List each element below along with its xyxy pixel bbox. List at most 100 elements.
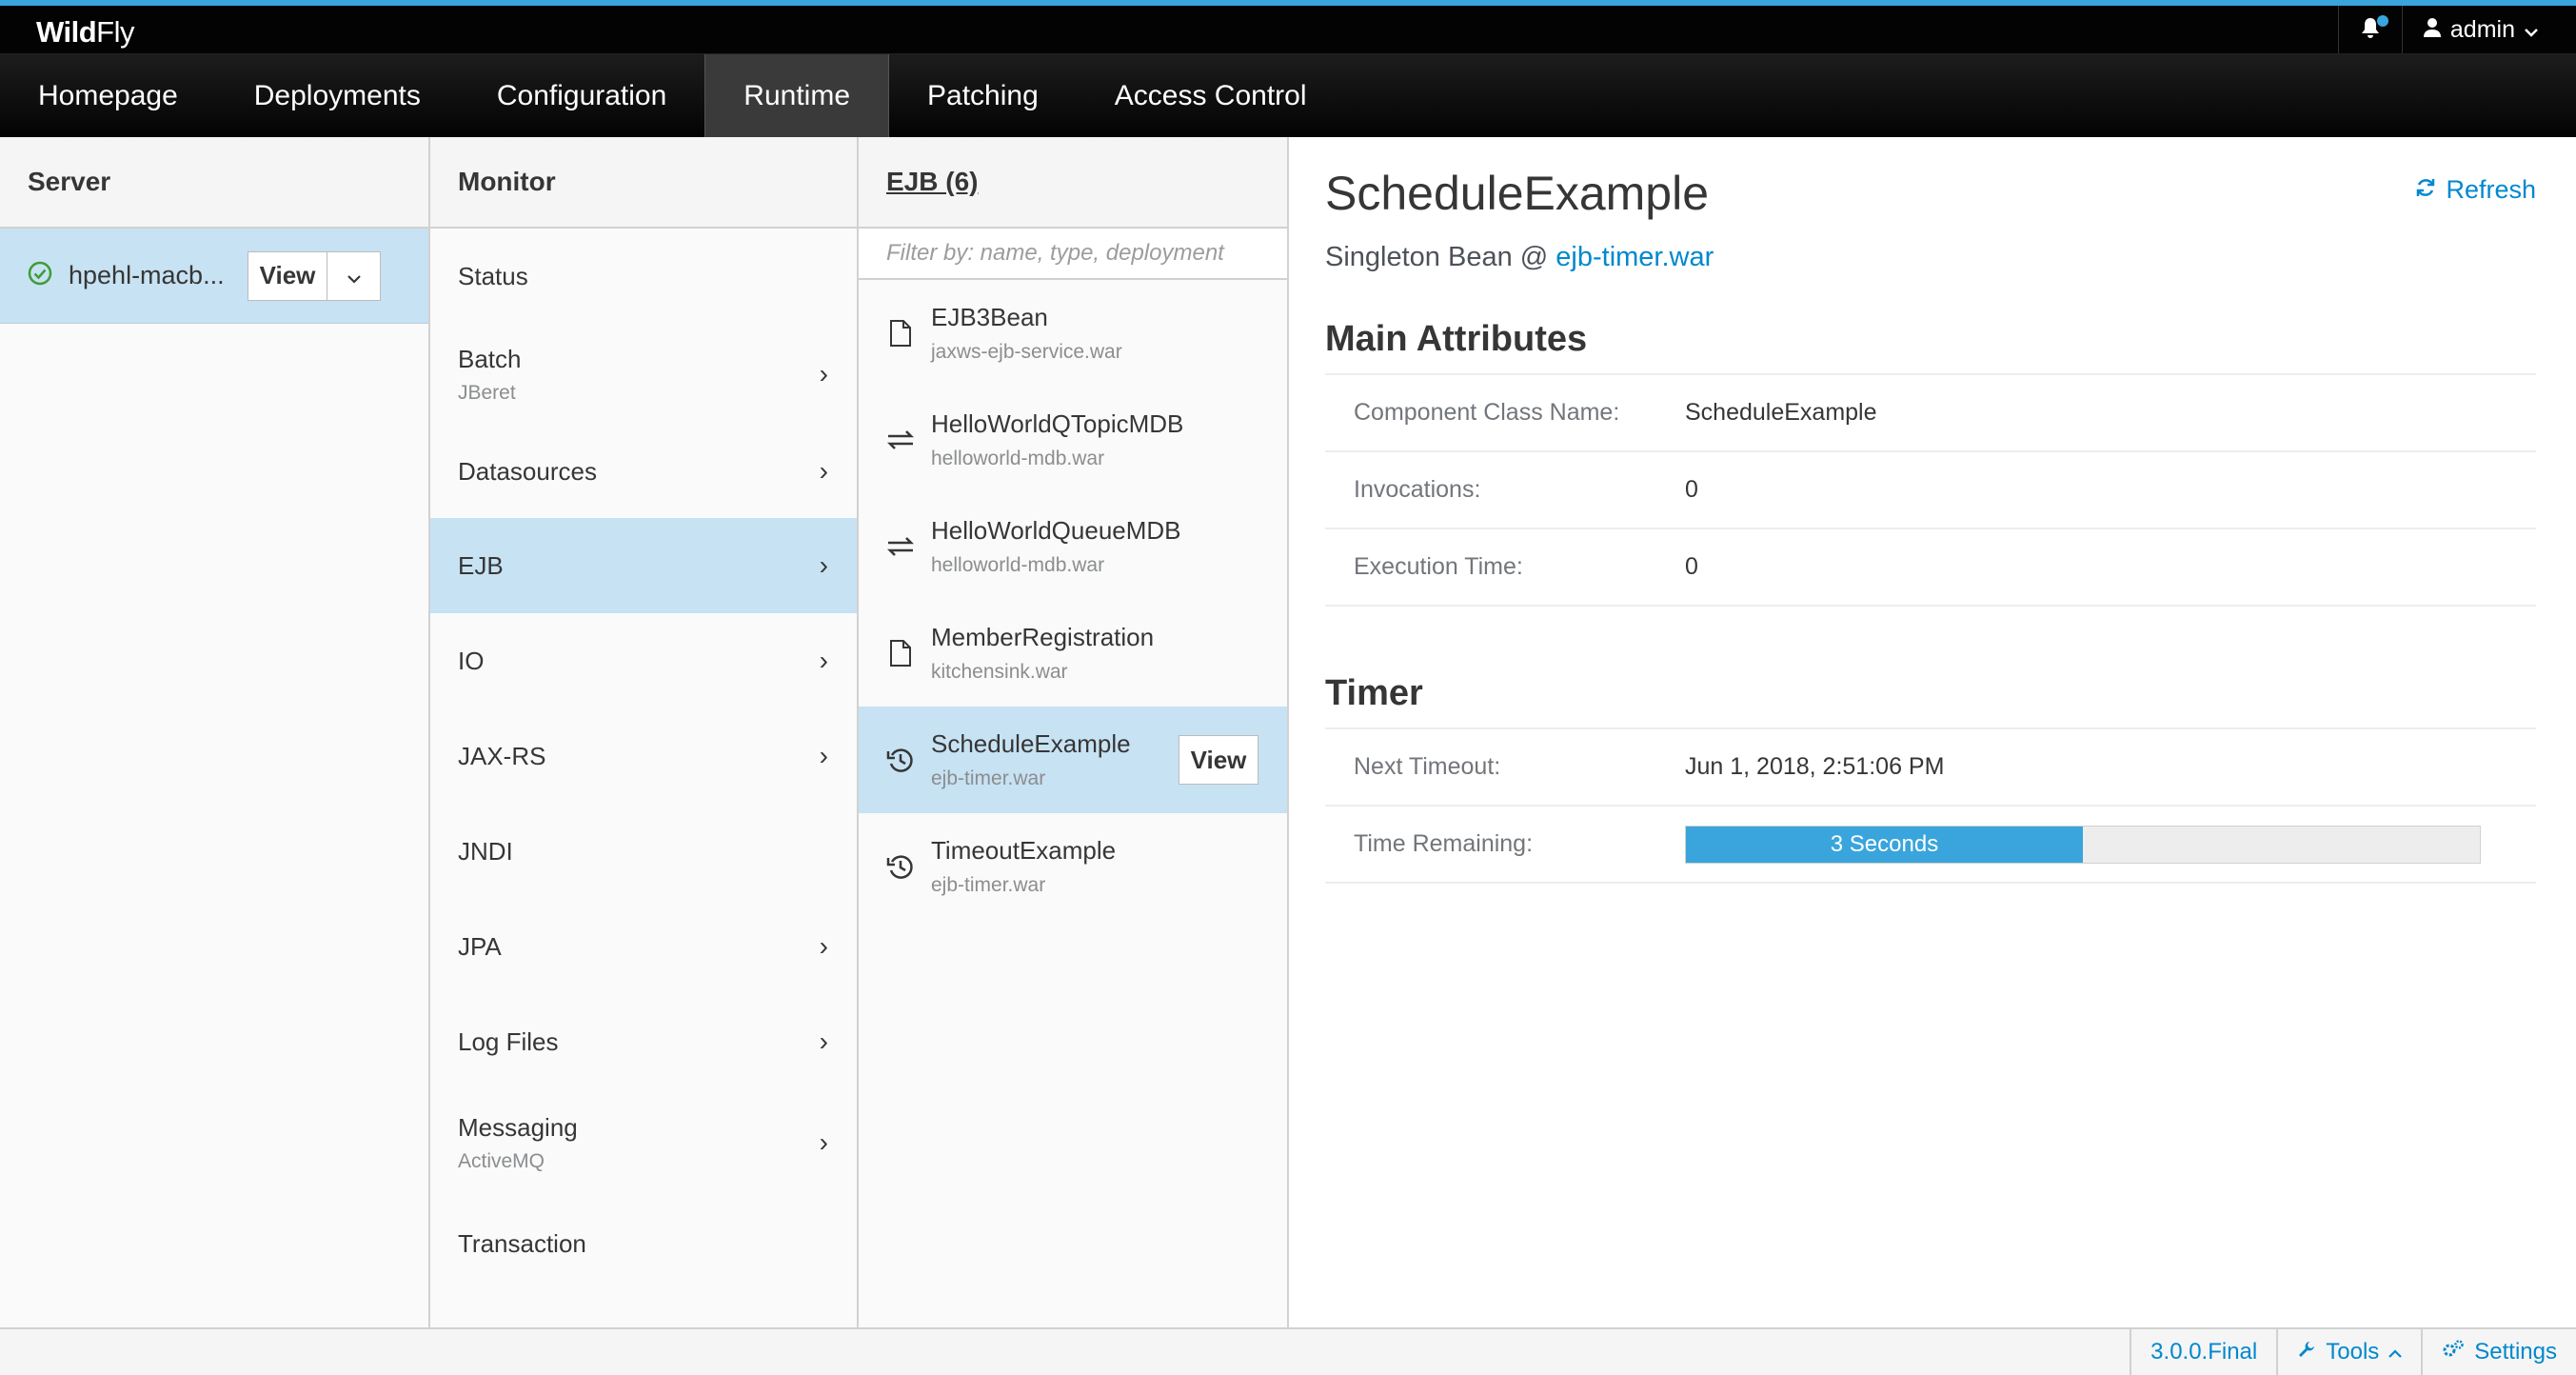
chevron-right-icon: › bbox=[819, 741, 828, 770]
chevron-down-icon bbox=[2525, 16, 2538, 44]
ejb-view-button[interactable]: View bbox=[1179, 735, 1258, 785]
monitor-item-io[interactable]: IO › bbox=[430, 613, 857, 708]
monitor-item-jpa[interactable]: JPA › bbox=[430, 899, 857, 994]
server-view-button[interactable]: View bbox=[248, 250, 327, 301]
ejb-name: MemberRegistration bbox=[931, 623, 1155, 651]
nav-configuration[interactable]: Configuration bbox=[459, 54, 704, 138]
ejb-deployment: kitchensink.war bbox=[931, 661, 1068, 683]
wrench-icon bbox=[2297, 1339, 2316, 1365]
monitor-item-log-files[interactable]: Log Files › bbox=[430, 994, 857, 1089]
attr-row: Execution Time: 0 bbox=[1325, 529, 2536, 607]
monitor-item-batch[interactable]: Batch JBeret › bbox=[430, 324, 857, 425]
chevron-right-icon: › bbox=[819, 550, 828, 580]
monitor-item-sub: ActiveMQ bbox=[458, 1149, 545, 1172]
monitor-item-datasources[interactable]: Datasources › bbox=[430, 425, 857, 518]
gears-icon bbox=[2442, 1339, 2465, 1365]
tools-menu[interactable]: Tools bbox=[2276, 1329, 2421, 1375]
monitor-item-transaction[interactable]: Transaction bbox=[430, 1196, 857, 1291]
file-icon bbox=[885, 319, 916, 348]
nav-deployments[interactable]: Deployments bbox=[216, 54, 459, 138]
user-icon bbox=[2423, 16, 2441, 44]
monitor-item-ejb[interactable]: EJB › bbox=[430, 518, 857, 613]
tools-label: Tools bbox=[2326, 1339, 2380, 1365]
deployment-link[interactable]: ejb-timer.war bbox=[1556, 242, 1714, 272]
chevron-right-icon: › bbox=[819, 359, 828, 389]
monitor-item-label: Datasources bbox=[458, 456, 597, 486]
main-attributes-heading: Main Attributes bbox=[1325, 319, 1588, 359]
refresh-button[interactable]: Refresh bbox=[2415, 175, 2536, 205]
nav-homepage[interactable]: Homepage bbox=[0, 54, 216, 138]
ejb-item-timeoutexample[interactable]: TimeoutExample ejb-timer.war bbox=[859, 813, 1287, 920]
attr-value: 0 bbox=[1685, 553, 1698, 580]
time-remaining-progress: 3 Seconds bbox=[1685, 825, 2481, 864]
ejb-name: ScheduleExample bbox=[931, 729, 1131, 758]
monitor-item-label: JPA bbox=[458, 931, 502, 961]
file-icon bbox=[885, 639, 916, 668]
chevron-right-icon: › bbox=[819, 931, 828, 961]
nav-access-control[interactable]: Access Control bbox=[1077, 54, 1345, 138]
notifications-button[interactable] bbox=[2337, 6, 2403, 53]
nav-patching[interactable]: Patching bbox=[889, 54, 1077, 138]
page-subtitle: Singleton Bean @ ejb-timer.war bbox=[1325, 242, 2536, 273]
server-actions-dropdown[interactable] bbox=[327, 250, 381, 301]
user-name: admin bbox=[2449, 15, 2515, 43]
monitor-item-messaging[interactable]: Messaging ActiveMQ › bbox=[430, 1089, 857, 1196]
ejb-column-header[interactable]: EJB (6) bbox=[859, 137, 1287, 229]
chevron-down-icon bbox=[347, 261, 362, 290]
chevron-up-icon bbox=[2388, 1339, 2403, 1365]
chevron-right-icon: › bbox=[819, 1026, 828, 1056]
brand-logo[interactable]: WildFly bbox=[36, 15, 134, 50]
history-icon bbox=[885, 852, 916, 881]
monitor-item-jax-rs[interactable]: JAX-RS › bbox=[430, 708, 857, 804]
server-column: Server hpehl-macb... View bbox=[0, 137, 430, 1327]
monitor-item-jndi[interactable]: JNDI bbox=[430, 804, 857, 899]
brand-bold: Wild bbox=[36, 15, 97, 49]
ejb-filter-input[interactable]: Filter by: name, type, deployment bbox=[859, 229, 1287, 280]
attr-label: Time Remaining: bbox=[1354, 830, 1534, 857]
ejb-item-scheduleexample[interactable]: ScheduleExample ejb-timer.war View bbox=[859, 707, 1287, 813]
server-item[interactable]: hpehl-macb... View bbox=[0, 229, 428, 324]
attr-row: Component Class Name: ScheduleExample bbox=[1325, 375, 2536, 452]
history-icon bbox=[885, 746, 916, 774]
attr-row: Time Remaining: 3 Seconds bbox=[1325, 807, 2536, 884]
attr-row: Invocations: 0 bbox=[1325, 452, 2536, 529]
ok-status-icon bbox=[27, 260, 53, 291]
progress-fill: 3 Seconds bbox=[1686, 826, 2083, 863]
settings-button[interactable]: Settings bbox=[2421, 1329, 2576, 1375]
ejb-item-memberregistration[interactable]: MemberRegistration kitchensink.war bbox=[859, 600, 1287, 707]
timer-table: Next Timeout: Jun 1, 2018, 2:51:06 PM Ti… bbox=[1325, 727, 2536, 884]
monitor-item-label: JAX-RS bbox=[458, 741, 546, 770]
ejb-deployment: ejb-timer.war bbox=[931, 874, 1046, 896]
attr-label: Execution Time: bbox=[1354, 553, 1523, 580]
main-nav: Homepage Deployments Configuration Runti… bbox=[0, 53, 2576, 138]
chevron-right-icon: › bbox=[819, 646, 828, 675]
monitor-item-label: IO bbox=[458, 646, 485, 675]
ejb-name: HelloWorldQTopicMDB bbox=[931, 409, 1184, 438]
ejb-item-helloworldqtopicmdb[interactable]: HelloWorldQTopicMDB helloworld-mdb.war bbox=[859, 387, 1287, 493]
ejb-column: EJB (6) Filter by: name, type, deploymen… bbox=[859, 137, 1289, 1327]
monitor-column: Monitor Status Batch JBeret › Datasources… bbox=[430, 137, 859, 1327]
monitor-item-label: Messaging bbox=[458, 1112, 578, 1142]
server-column-header: Server bbox=[0, 137, 428, 229]
ejb-deployment: helloworld-mdb.war bbox=[931, 554, 1105, 576]
monitor-item-label: Log Files bbox=[458, 1026, 559, 1056]
attr-value: 0 bbox=[1685, 476, 1698, 503]
settings-label: Settings bbox=[2474, 1339, 2557, 1365]
bean-type: Singleton Bean @ bbox=[1325, 242, 1556, 272]
version-link[interactable]: 3.0.0.Final bbox=[2130, 1329, 2276, 1375]
ejb-deployment: helloworld-mdb.war bbox=[931, 448, 1105, 469]
ejb-item-ejb3bean[interactable]: EJB3Bean jaxws-ejb-service.war bbox=[859, 280, 1287, 387]
nav-runtime[interactable]: Runtime bbox=[704, 54, 890, 138]
user-menu[interactable]: admin bbox=[2403, 16, 2576, 44]
ejb-item-helloworldqueuemdb[interactable]: HelloWorldQueueMDB helloworld-mdb.war bbox=[859, 493, 1287, 600]
ejb-name: TimeoutExample bbox=[931, 836, 1117, 865]
ejb-name: EJB3Bean bbox=[931, 303, 1048, 331]
ejb-name: HelloWorldQueueMDB bbox=[931, 516, 1181, 545]
monitor-item-sub: JBeret bbox=[458, 381, 516, 404]
monitor-item-label: Status bbox=[458, 261, 528, 290]
attr-value: ScheduleExample bbox=[1685, 399, 1877, 426]
attr-row: Next Timeout: Jun 1, 2018, 2:51:06 PM bbox=[1325, 729, 2536, 807]
chevron-right-icon: › bbox=[819, 1127, 828, 1157]
monitor-item-status[interactable]: Status bbox=[430, 229, 857, 324]
detail-pane: ScheduleExample Singleton Bean @ ejb-tim… bbox=[1289, 137, 2576, 1327]
